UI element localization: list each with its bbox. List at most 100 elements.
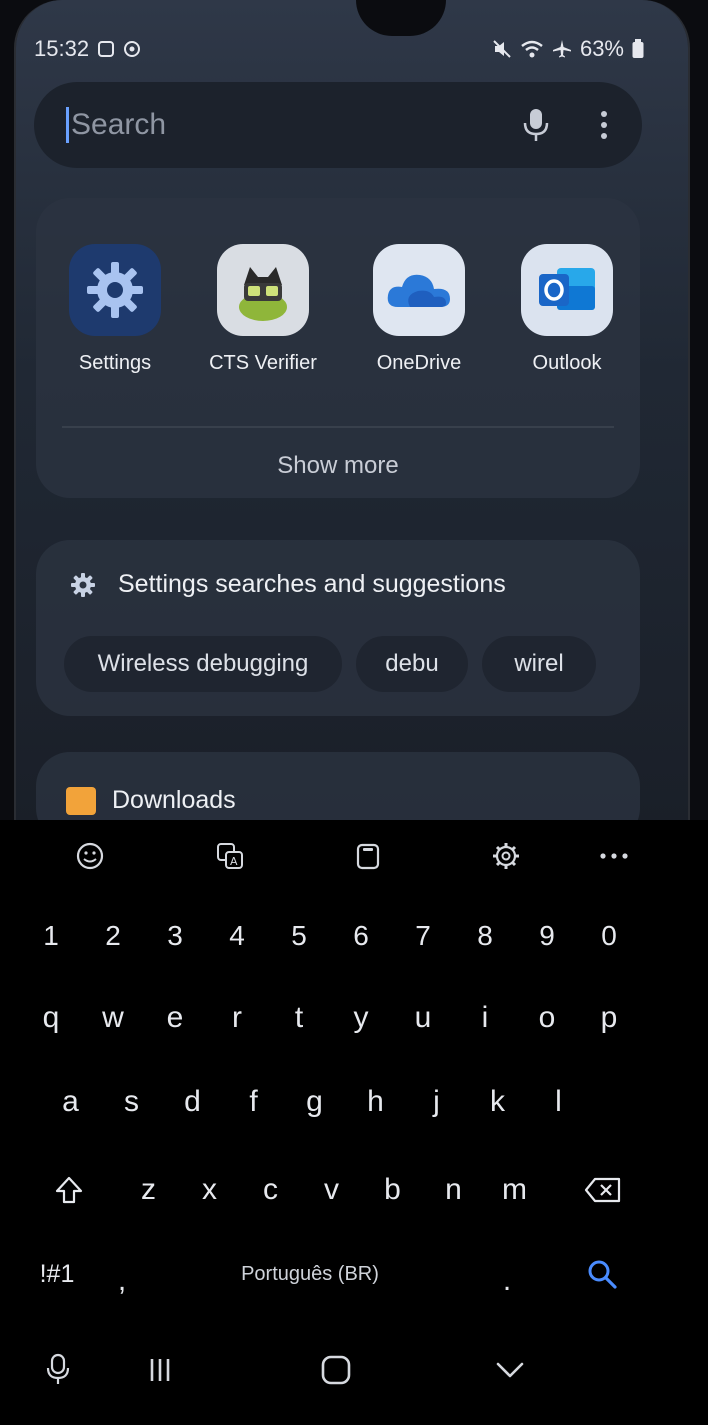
recents-button[interactable]: [136, 1342, 184, 1398]
key-x[interactable]: x: [179, 1154, 240, 1226]
home-button[interactable]: [312, 1342, 360, 1398]
letter-row-1: q w e r t y u i o p: [20, 982, 660, 1054]
key-9[interactable]: 9: [516, 900, 578, 972]
comma-key[interactable]: ,: [94, 1238, 150, 1310]
key-e[interactable]: e: [144, 982, 206, 1054]
show-more-button[interactable]: Show more: [258, 442, 418, 490]
key-1[interactable]: 1: [20, 900, 82, 972]
airplane-icon: [552, 40, 571, 58]
key-b[interactable]: b: [362, 1154, 423, 1226]
home-icon: [321, 1355, 351, 1385]
voice-search-button[interactable]: [512, 101, 560, 149]
letter-row-2: a s d f g h j k l: [40, 1066, 640, 1138]
downloads-header: Downloads: [66, 786, 236, 815]
more-options-button[interactable]: [590, 90, 618, 160]
microphone-icon: [523, 109, 549, 141]
chevron-down-icon: [496, 1362, 524, 1378]
sync-icon: [124, 41, 141, 57]
key-4[interactable]: 4: [206, 900, 268, 972]
space-key[interactable]: Português (BR): [150, 1238, 470, 1310]
app-settings[interactable]: Settings: [60, 234, 170, 392]
key-s[interactable]: s: [101, 1066, 162, 1138]
phone-screen: 15:32 63% Settings: [0, 0, 708, 1425]
key-m[interactable]: m: [484, 1154, 545, 1226]
more-horiz-icon: [600, 853, 628, 859]
key-t[interactable]: t: [268, 982, 330, 1054]
key-i[interactable]: i: [454, 982, 516, 1054]
period-key[interactable]: .: [470, 1238, 544, 1310]
app-label-settings: Settings: [78, 352, 152, 374]
key-v[interactable]: v: [301, 1154, 362, 1226]
key-a[interactable]: a: [40, 1066, 101, 1138]
suggestion-chip-debu[interactable]: debu: [356, 636, 468, 692]
key-6[interactable]: 6: [330, 900, 392, 972]
symbols-key[interactable]: !#1: [20, 1238, 94, 1310]
voice-input-button[interactable]: [34, 1342, 82, 1398]
apps-divider: [62, 426, 614, 428]
bottom-key-row: !#1 , Português (BR) .: [20, 1238, 660, 1310]
notification-icon: [98, 41, 115, 57]
shift-key[interactable]: [20, 1154, 118, 1226]
status-left: 15:32: [34, 36, 141, 62]
search-action-key[interactable]: [544, 1238, 660, 1310]
key-w[interactable]: w: [82, 982, 144, 1054]
settings-gear-icon: [69, 244, 161, 336]
settings-suggestions-card: Settings searches and suggestions Wirele…: [36, 540, 640, 716]
key-c[interactable]: c: [240, 1154, 301, 1226]
recents-icon: [150, 1359, 170, 1381]
app-label-cts-verifier: CTS Verifier: [209, 352, 317, 374]
status-time: 15:32: [34, 36, 90, 61]
text-cursor: [66, 107, 69, 143]
more-vert-icon: [601, 111, 607, 139]
battery-percent: 63%: [579, 36, 624, 61]
cts-verifier-icon: [217, 244, 309, 336]
clipboard-button[interactable]: [344, 832, 392, 880]
app-label-outlook: Outlook: [532, 352, 602, 374]
key-r[interactable]: r: [206, 982, 268, 1054]
key-o[interactable]: o: [516, 982, 578, 1054]
translate-button[interactable]: A: [206, 832, 254, 880]
app-cts-verifier[interactable]: CTS Verifier: [208, 234, 318, 392]
app-outlook[interactable]: Outlook: [512, 234, 622, 392]
app-label-onedrive: OneDrive: [376, 352, 462, 374]
key-2[interactable]: 2: [82, 900, 144, 972]
key-5[interactable]: 5: [268, 900, 330, 972]
key-d[interactable]: d: [162, 1066, 223, 1138]
keyboard-settings-button[interactable]: [482, 832, 530, 880]
search-bar: [34, 82, 642, 168]
wifi-icon: [521, 40, 543, 58]
downloads-title: Downloads: [112, 786, 236, 814]
navigation-bar: [0, 1330, 708, 1425]
letter-row-3: z x c v b n m: [20, 1154, 660, 1226]
suggestion-chip-wirel[interactable]: wirel: [482, 636, 596, 692]
key-y[interactable]: y: [330, 982, 392, 1054]
apps-results-card: Settings CTS Verifier OneDrive Outlook S…: [36, 198, 640, 498]
key-l[interactable]: l: [528, 1066, 589, 1138]
search-input[interactable]: [71, 108, 512, 142]
suggestions-header: Settings searches and suggestions: [70, 570, 506, 599]
backspace-key[interactable]: [545, 1154, 660, 1226]
key-z[interactable]: z: [118, 1154, 179, 1226]
key-g[interactable]: g: [284, 1066, 345, 1138]
hide-keyboard-button[interactable]: [486, 1342, 534, 1398]
key-3[interactable]: 3: [144, 900, 206, 972]
key-k[interactable]: k: [467, 1066, 528, 1138]
emoji-button[interactable]: [66, 832, 114, 880]
status-right: 63%: [492, 36, 644, 62]
search-icon: [588, 1260, 617, 1289]
key-0[interactable]: 0: [578, 900, 640, 972]
svg-text:A: A: [230, 855, 238, 868]
keyboard-more-button[interactable]: [590, 832, 638, 880]
key-7[interactable]: 7: [392, 900, 454, 972]
key-j[interactable]: j: [406, 1066, 467, 1138]
number-row: 1 2 3 4 5 6 7 8 9 0: [20, 900, 660, 972]
key-n[interactable]: n: [423, 1154, 484, 1226]
key-u[interactable]: u: [392, 982, 454, 1054]
key-h[interactable]: h: [345, 1066, 406, 1138]
key-q[interactable]: q: [20, 982, 82, 1054]
app-onedrive[interactable]: OneDrive: [364, 234, 474, 392]
suggestion-chip-wireless-debugging[interactable]: Wireless debugging: [64, 636, 342, 692]
key-8[interactable]: 8: [454, 900, 516, 972]
key-f[interactable]: f: [223, 1066, 284, 1138]
key-p[interactable]: p: [578, 982, 640, 1054]
